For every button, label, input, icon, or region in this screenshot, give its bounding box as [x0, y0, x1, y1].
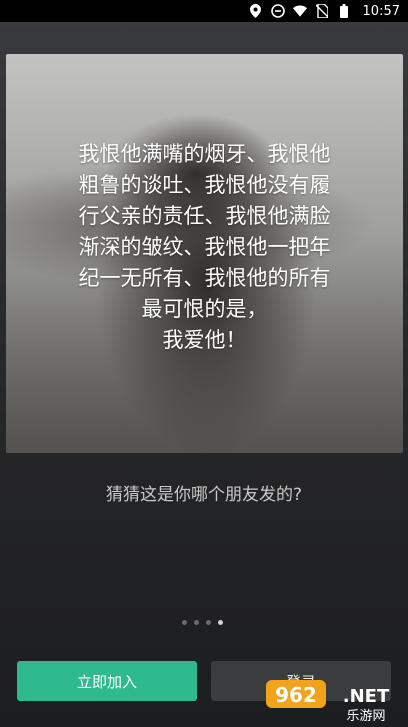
join-now-button[interactable]: 立即加入: [17, 661, 197, 701]
quote-line: 最可恨的是，: [141, 297, 268, 321]
svg-text:.NET: .NET: [343, 686, 390, 707]
page-dot[interactable]: [182, 620, 187, 625]
battery-icon: [337, 4, 351, 18]
svg-text:962: 962: [275, 683, 317, 707]
wifi-icon: [292, 4, 307, 18]
status-icons: 10:57: [249, 0, 400, 22]
quote-line: 我爱他！: [162, 328, 247, 352]
quote-line: 粗鲁的谈吐、我恨他没有履: [78, 173, 331, 197]
page-dot[interactable]: [194, 620, 199, 625]
location-icon: [249, 4, 263, 18]
no-sim-icon: [315, 4, 329, 18]
guess-caption: 猜猜这是你哪个朋友发的?: [105, 485, 303, 505]
page-dot[interactable]: [206, 620, 211, 625]
page-dot-active[interactable]: [218, 620, 223, 625]
page-indicator: [182, 620, 223, 625]
status-time: 10:57: [362, 3, 400, 19]
quote-line: 我恨他满嘴的烟牙、我恨他: [78, 142, 331, 166]
site-watermark-logo: 962 .NET 乐游网: [266, 680, 390, 724]
status-bar: 10:57: [0, 0, 408, 22]
svg-text:乐游网: 乐游网: [346, 709, 385, 724]
quote-line: 渐深的皱纹、我恨他一把年: [78, 235, 331, 259]
quote-card[interactable]: 我恨他满嘴的烟牙、我恨他 粗鲁的谈吐、我恨他没有履 行父亲的责任、我恨他满脸 渐…: [6, 54, 403, 453]
sync-icon: [270, 4, 285, 18]
quote-text: 我恨他满嘴的烟牙、我恨他 粗鲁的谈吐、我恨他没有履 行父亲的责任、我恨他满脸 渐…: [40, 139, 369, 356]
quote-line: 行父亲的责任、我恨他满脸: [78, 204, 331, 228]
quote-line: 纪一无所有、我恨他的所有: [78, 266, 331, 290]
